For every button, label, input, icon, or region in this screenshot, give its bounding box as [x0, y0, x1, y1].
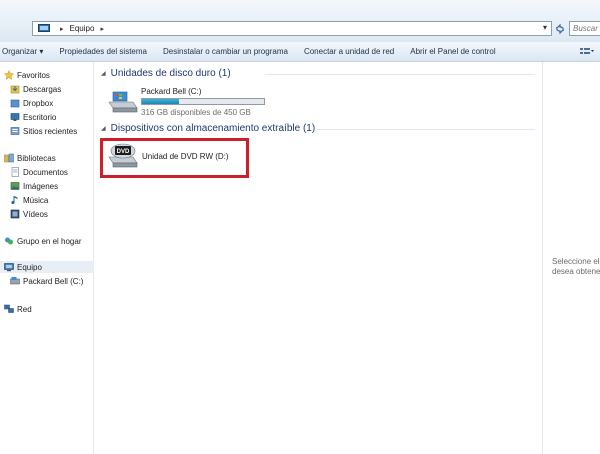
- view-icon: [580, 48, 594, 54]
- nav-homegroup[interactable]: Grupo en el hogar: [4, 235, 82, 247]
- nav-pictures[interactable]: Imágenes: [10, 180, 58, 192]
- drive-c-free-space: 316 GB disponibles de 450 GB: [141, 108, 251, 117]
- breadcrumb-separator[interactable]: ▸: [60, 25, 64, 33]
- address-dropdown-icon[interactable]: ▾: [543, 23, 547, 32]
- nav-favorites[interactable]: Favoritos: [4, 69, 50, 81]
- command-bar: Organizar ▾ Propiedades del sistema Desi…: [0, 42, 600, 62]
- documents-icon: [11, 167, 19, 177]
- nav-computer-label: Equipo: [17, 262, 42, 272]
- recent-places-icon: [10, 127, 20, 135]
- nav-drive-c-label: Packard Bell (C:): [23, 276, 84, 286]
- group-divider: [317, 129, 535, 130]
- hard-drive-icon: [10, 277, 20, 285]
- address-box[interactable]: ▸ Equipo ▸ ▾: [32, 21, 552, 36]
- nav-desktop[interactable]: Escritorio: [10, 111, 56, 123]
- nav-music-label: Música: [23, 195, 49, 205]
- dropbox-folder-icon: [10, 99, 20, 108]
- breadcrumb-separator[interactable]: ▸: [100, 25, 104, 33]
- nav-libraries-label: Bibliotecas: [17, 153, 56, 163]
- nav-dropbox[interactable]: Dropbox: [10, 97, 53, 109]
- drive-c-usage-fill: [142, 99, 179, 104]
- address-bar-area: ▸ Equipo ▸ ▾ Buscar: [0, 0, 600, 42]
- nav-network-label: Red: [17, 304, 32, 314]
- pictures-icon: [10, 182, 20, 190]
- nav-libraries[interactable]: Bibliotecas: [4, 152, 56, 164]
- highlight-box: [100, 138, 249, 178]
- hard-drive-icon: [108, 91, 138, 113]
- navigation-pane: Favoritos Descargas Dropbox Escritorio S…: [0, 62, 94, 454]
- group-header-hard-drives[interactable]: ◢ Unidades de disco duro (1): [101, 68, 231, 79]
- details-pane: Seleccione el e desea obtener: [542, 62, 600, 454]
- network-icon: [4, 304, 14, 313]
- search-input[interactable]: Buscar: [569, 21, 600, 36]
- nav-homegroup-label: Grupo en el hogar: [17, 236, 82, 246]
- drive-c-tile[interactable]: Packard Bell (C:) 316 GB disponibles de …: [105, 84, 275, 118]
- drive-c-usage-bar: [141, 98, 265, 105]
- uninstall-program-button[interactable]: Desinstalar o cambiar un programa: [155, 47, 296, 56]
- nav-documents[interactable]: Documentos: [10, 166, 68, 178]
- nav-documents-label: Documentos: [23, 167, 68, 177]
- open-control-panel-button[interactable]: Abrir el Panel de control: [402, 47, 503, 56]
- nav-videos[interactable]: Vídeos: [10, 208, 48, 220]
- nav-recent-places[interactable]: Sitios recientes: [10, 125, 77, 137]
- music-icon: [11, 196, 18, 205]
- collapse-triangle-icon[interactable]: ◢: [101, 70, 106, 77]
- desktop-icon: [10, 113, 20, 121]
- map-network-drive-button[interactable]: Conectar a unidad de red: [296, 47, 402, 56]
- breadcrumb-equipo[interactable]: Equipo: [70, 24, 95, 33]
- nav-favorites-label: Favoritos: [17, 70, 50, 80]
- details-hint-line-1: Seleccione el e: [552, 257, 600, 266]
- change-view-button[interactable]: [580, 46, 596, 58]
- organize-button[interactable]: Organizar ▾: [0, 47, 51, 56]
- nav-back-forward[interactable]: [0, 18, 30, 38]
- nav-downloads-label: Descargas: [23, 84, 62, 94]
- group-divider: [265, 74, 535, 75]
- downloads-folder-icon: [10, 85, 20, 94]
- refresh-button[interactable]: [553, 22, 567, 35]
- group-header-removable-label: Dispositivos con almacenamiento extraíbl…: [110, 123, 316, 134]
- nav-videos-label: Vídeos: [23, 209, 48, 219]
- drive-c-name: Packard Bell (C:): [141, 87, 202, 96]
- nav-desktop-label: Escritorio: [23, 112, 57, 122]
- computer-icon: [4, 263, 14, 272]
- libraries-icon: [4, 153, 14, 163]
- collapse-triangle-icon[interactable]: ◢: [101, 125, 106, 132]
- computer-icon: [38, 24, 50, 32]
- refresh-icon: [556, 23, 564, 34]
- system-properties-button[interactable]: Propiedades del sistema: [51, 47, 155, 56]
- nav-network[interactable]: Red: [4, 303, 32, 315]
- homegroup-icon: [5, 237, 13, 245]
- videos-icon: [10, 209, 20, 219]
- details-hint-text: Seleccione el e desea obtener: [552, 257, 600, 277]
- star-icon: [4, 70, 14, 80]
- nav-drive-c[interactable]: Packard Bell (C:): [10, 275, 83, 287]
- nav-recent-places-label: Sitios recientes: [23, 126, 78, 136]
- nav-computer[interactable]: Equipo: [0, 261, 94, 273]
- nav-pictures-label: Imágenes: [23, 181, 59, 191]
- group-header-hard-drives-label: Unidades de disco duro (1): [110, 68, 231, 79]
- group-header-removable[interactable]: ◢ Dispositivos con almacenamiento extraí…: [101, 123, 315, 134]
- details-hint-line-2: desea obtener: [552, 267, 600, 276]
- nav-dropbox-label: Dropbox: [23, 98, 54, 108]
- nav-music[interactable]: Música: [10, 194, 48, 206]
- content-pane: ◢ Unidades de disco duro (1) Packard Bel…: [95, 62, 542, 454]
- nav-downloads[interactable]: Descargas: [10, 83, 61, 95]
